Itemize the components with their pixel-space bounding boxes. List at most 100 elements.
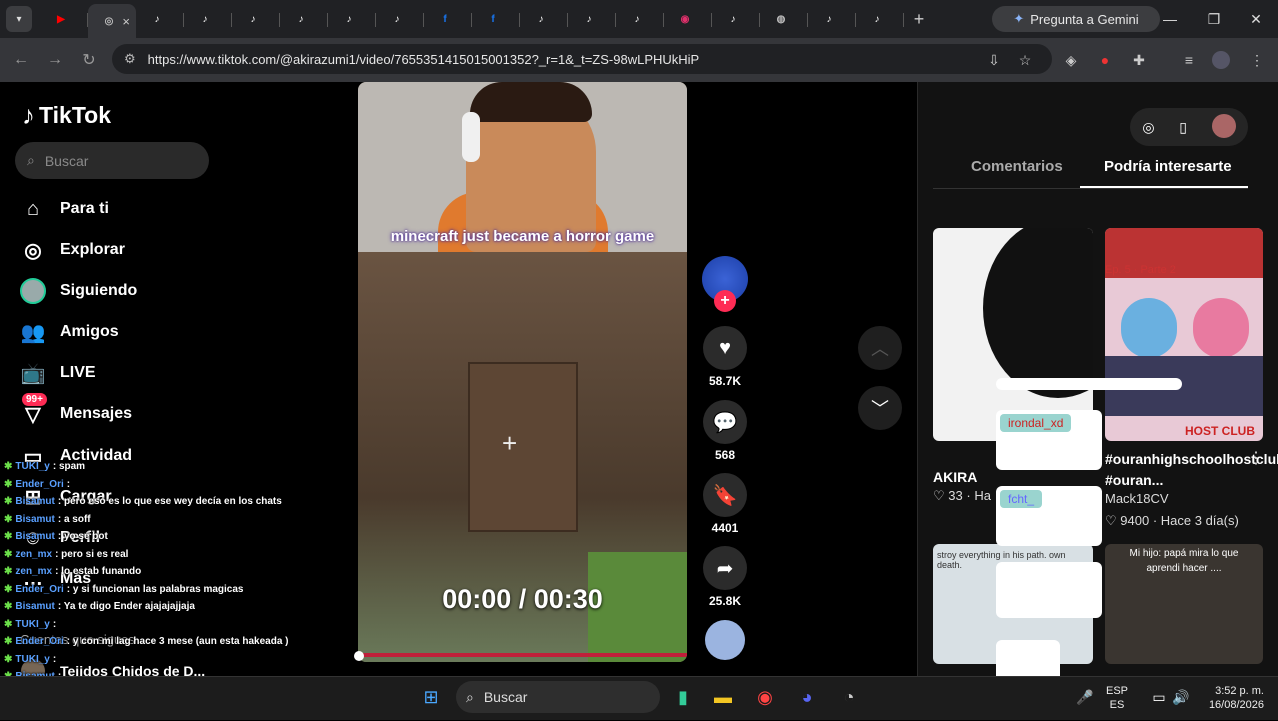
save-count: 4401 [711, 521, 739, 535]
share-action[interactable]: ➦ 25.8K [703, 546, 747, 608]
nav-amigos[interactable]: 👥 Amigos [20, 315, 320, 349]
code-app-icon[interactable]: ▮ [666, 681, 700, 713]
compass-icon[interactable]: ◎ [1142, 119, 1154, 136]
language-indicator[interactable]: ESP ES [1106, 684, 1128, 712]
bookmark-icon[interactable]: 🔖 [703, 473, 747, 517]
browser-tab[interactable]: ♪ [616, 4, 664, 34]
browser-tab[interactable]: f [424, 4, 472, 34]
file-explorer-icon[interactable]: ▬ [706, 681, 740, 713]
tiktok-search-input[interactable]: ⌕ Buscar [15, 142, 209, 179]
clock[interactable]: 3:52 p. m. 16/08/2026 [1198, 684, 1264, 712]
chrome-icon[interactable]: ◉ [748, 681, 782, 713]
new-tab-button[interactable]: + [904, 9, 934, 30]
user-avatar[interactable] [1211, 113, 1236, 141]
browser-tab[interactable]: f [472, 4, 520, 34]
card-date: Ha [974, 488, 991, 503]
person-hair [470, 82, 592, 122]
nav-para-ti[interactable]: ⌂ Para ti [20, 192, 320, 226]
like-action[interactable]: ♥ 58.7K [703, 326, 747, 388]
tab-search-button[interactable]: ▾ [6, 6, 32, 32]
nav-mensajes[interactable]: ▽ 99+ Mensajes [20, 393, 320, 431]
nav-explorar[interactable]: ◎ Explorar [20, 233, 320, 267]
close-tab-icon[interactable]: × [122, 14, 130, 29]
video-card-ouran[interactable]: Ep. 5 · Parte 2 HOST CLUB [1105, 228, 1263, 441]
url-field[interactable]: ⚙ https://www.tiktok.com/@akirazumi1/vid… [112, 44, 1052, 74]
chat-badge-icon: ✱ [4, 566, 13, 578]
browser-tab[interactable]: ▶ [40, 4, 88, 34]
video-player[interactable]: minecraft just became a horror game + 00… [358, 82, 687, 662]
heart-icon[interactable]: ♥ [703, 326, 747, 370]
browser-tab[interactable]: ♪ [568, 4, 616, 34]
nav-live[interactable]: 📺 LIVE [20, 356, 320, 390]
like-count: 58.7K [708, 374, 742, 388]
minimize-button[interactable]: — [1148, 0, 1192, 38]
browser-tab[interactable]: ♪ [808, 4, 856, 34]
overlay-chip-1: irondal_xd [1000, 414, 1072, 432]
comment-icon[interactable]: 💬 [703, 400, 747, 444]
app-icon[interactable]: ◔ [832, 681, 866, 713]
back-button[interactable]: ← [4, 43, 38, 77]
next-video-button[interactable]: ﹀ [858, 386, 902, 430]
share-arrow-icon[interactable]: ➦ [703, 546, 747, 590]
card-author[interactable]: Mack18CV [1105, 491, 1169, 506]
card-more-icon[interactable]: ⋮ [1248, 448, 1264, 468]
active-tab-indicator [1080, 186, 1248, 188]
overlay-bar [996, 378, 1182, 390]
bookmark-star-icon[interactable]: ☆ [1012, 47, 1038, 73]
browser-tab[interactable]: ♪ [520, 4, 568, 34]
chat-text: : pero eso es lo que ese wey decía en lo… [57, 496, 282, 508]
gemini-button[interactable]: ✦ Pregunta a Gemini [992, 6, 1160, 32]
tiktok-logo[interactable]: ♪ TikTok [22, 100, 111, 131]
browser-tab[interactable]: ◉ [664, 4, 712, 34]
card-title[interactable]: AKIRA [933, 467, 977, 488]
tab-comentarios[interactable]: Comentarios [971, 158, 1063, 190]
reload-button[interactable]: ↻ [72, 43, 106, 77]
browser-tab[interactable]: ♪ [376, 4, 424, 34]
browser-menu-icon[interactable]: ⋮ [1244, 47, 1270, 73]
card-banner: HOST CLUB [1185, 424, 1255, 438]
media-control-icon[interactable]: ≡ [1176, 47, 1202, 73]
volume-icon[interactable]: 🔊 [1164, 681, 1198, 713]
browser-tab[interactable]: ◍ [760, 4, 808, 34]
discord-icon[interactable]: ◕ [790, 681, 824, 713]
card-title[interactable]: #ouranhighschoolhostclub #ouran... [1105, 449, 1278, 491]
chat-username: Bisamut [15, 513, 55, 525]
video-progress-bar[interactable] [358, 653, 687, 657]
browser-tab[interactable]: ♪ [328, 4, 376, 34]
nav-siguiendo[interactable]: Siguiendo [20, 274, 320, 308]
microphone-icon[interactable]: 🎤 [1068, 681, 1102, 713]
extension-icon[interactable]: ◈ [1058, 47, 1084, 73]
windows-start-icon[interactable]: ⊞ [414, 681, 448, 713]
browser-tab[interactable]: ♪ [232, 4, 280, 34]
nav-label: Para ti [60, 200, 109, 217]
save-action[interactable]: 🔖 4401 [703, 473, 747, 535]
site-info-icon[interactable]: ⚙ [124, 51, 136, 67]
browser-tab[interactable]: ♪ [712, 4, 760, 34]
phone-icon[interactable]: ▯ [1179, 119, 1187, 136]
profile-avatar-icon[interactable] [1208, 47, 1234, 73]
chat-text: : [52, 653, 57, 665]
video-card-4[interactable]: Mi hijo: papá mira lo que aprendi hacer … [1105, 544, 1263, 664]
restore-button[interactable]: ❐ [1192, 0, 1236, 38]
chat-message: ✱ Ender_Ori: y si funcionan las palabras … [4, 581, 324, 599]
close-window-button[interactable]: ✕ [1234, 0, 1278, 38]
adblock-icon[interactable]: ● [1092, 47, 1118, 73]
chat-username: Bisamut [15, 496, 55, 508]
card-episode: Ep. 5 · Parte 2 [1105, 264, 1176, 276]
follow-plus-button[interactable]: + [714, 290, 736, 312]
install-app-icon[interactable]: ⇩ [981, 47, 1007, 73]
chat-message: ✱ zen_mx: lo estab funando [4, 563, 324, 581]
browser-tab[interactable]: ♪ [856, 4, 904, 34]
extensions-puzzle-icon[interactable]: ✚ [1126, 47, 1152, 73]
music-disc[interactable] [705, 620, 745, 660]
progress-handle[interactable] [354, 651, 364, 661]
taskbar-search[interactable]: ⌕ Buscar [456, 681, 660, 713]
browser-tab[interactable]: ♪ [136, 4, 184, 34]
previous-video-button[interactable]: ︿ [858, 326, 902, 370]
browser-tab[interactable]: ♪ [184, 4, 232, 34]
chat-message: ✱TUKI_y: [4, 651, 324, 669]
comment-action[interactable]: 💬 568 [703, 400, 747, 462]
browser-tab[interactable]: ♪ [280, 4, 328, 34]
forward-button[interactable]: → [38, 43, 72, 77]
browser-tab[interactable]: ◎ × [88, 4, 136, 38]
